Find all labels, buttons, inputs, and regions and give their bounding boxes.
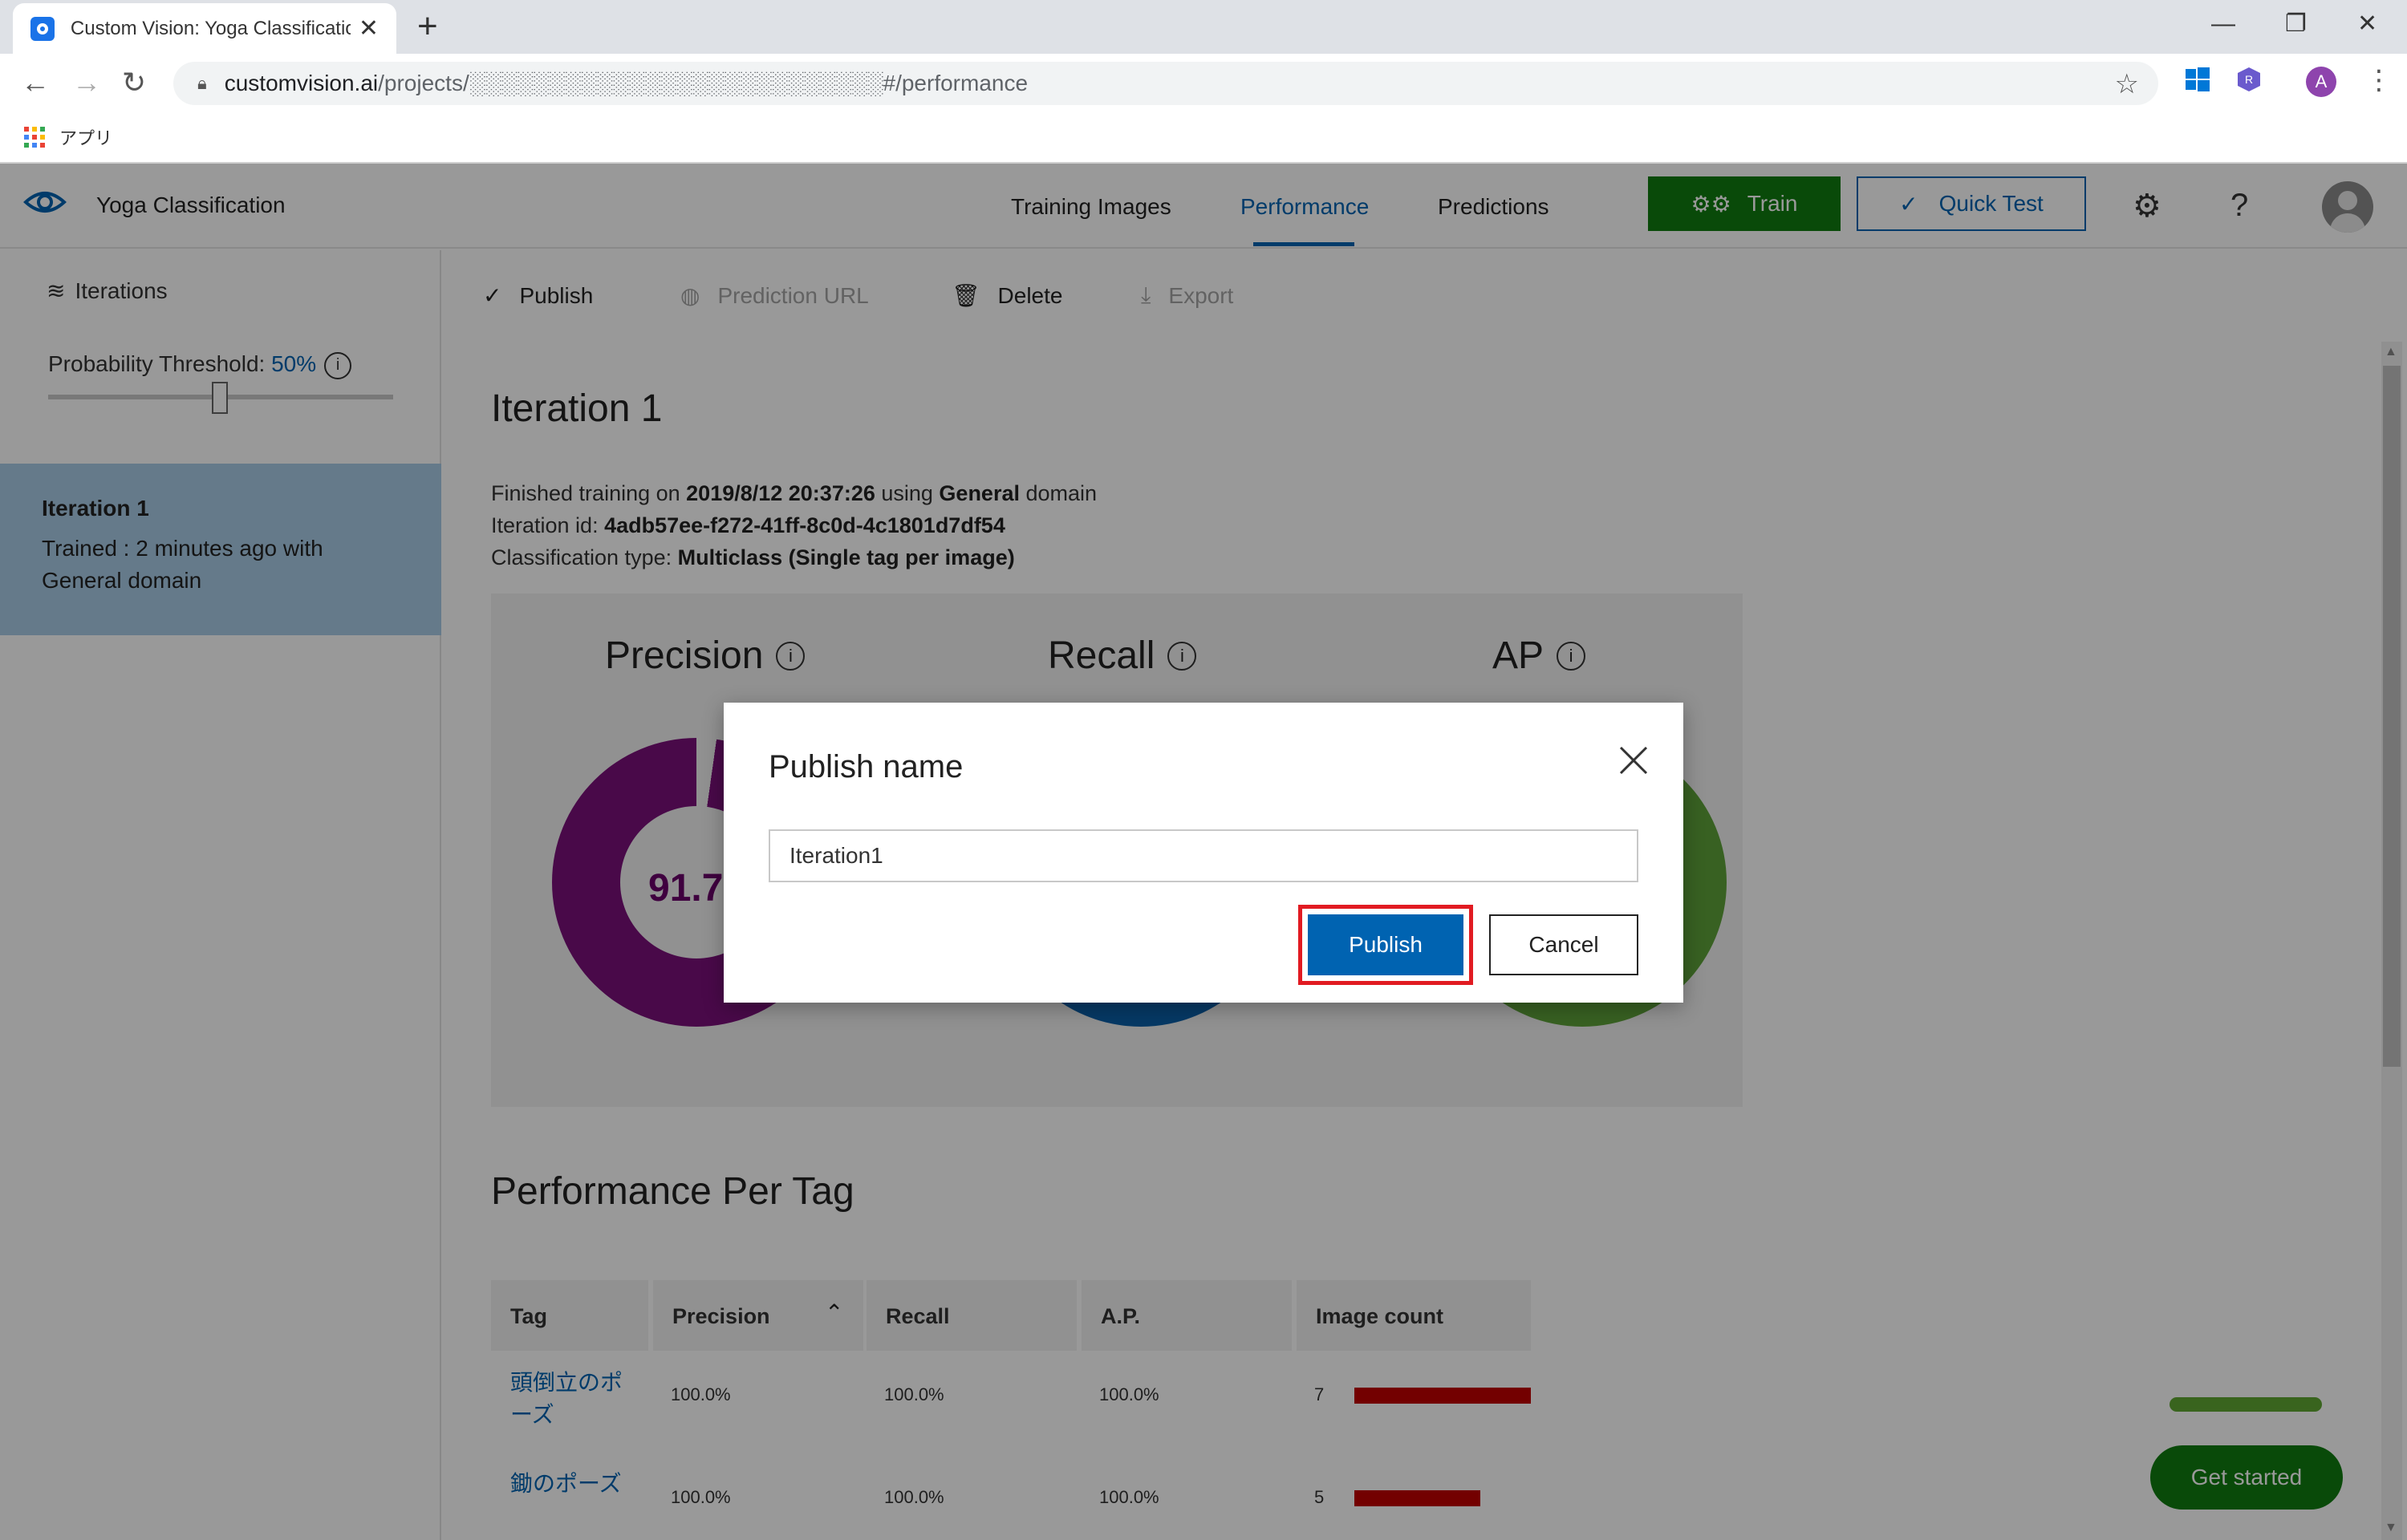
url-host: customvision.ai: [224, 71, 379, 95]
dialog-title: Publish name: [769, 749, 964, 784]
reload-icon[interactable]: ↻: [122, 63, 146, 102]
address-bar[interactable]: 🔒︎ customvision.ai/projects/░░░░░░░░░░░░…: [173, 62, 2158, 105]
bookmark-star-icon[interactable]: ☆: [2115, 68, 2139, 100]
cancel-button[interactable]: Cancel: [1489, 914, 1638, 975]
custom-vision-favicon-icon: [30, 16, 55, 41]
apps-grid-icon[interactable]: [24, 126, 45, 148]
publish-name-input[interactable]: [769, 829, 1638, 882]
restore-icon[interactable]: ❐: [2285, 6, 2307, 42]
windows-extension-icon[interactable]: [2184, 66, 2211, 93]
lock-icon: 🔒︎: [197, 73, 207, 93]
bookmark-apps[interactable]: アプリ: [59, 124, 112, 150]
browser-menu-icon[interactable]: ⋮: [2365, 64, 2393, 96]
tab-close-icon[interactable]: ✕: [359, 14, 379, 43]
back-icon[interactable]: ←: [21, 63, 50, 102]
tab-title: Custom Vision: Yoga Classificatio: [70, 17, 351, 39]
extension-shield-icon[interactable]: R: [2235, 66, 2263, 93]
close-icon[interactable]: [1616, 743, 1651, 778]
browser-toolbar: ← → ↻ 🔒︎ customvision.ai/projects/░░░░░░…: [0, 54, 2407, 111]
forward-icon[interactable]: →: [72, 63, 101, 102]
new-tab-icon[interactable]: +: [417, 6, 438, 47]
url-path: /projects/░░░░░░░░░░░░░░░░░░░░░░░░░░#/pe…: [378, 71, 1029, 95]
profile-avatar[interactable]: A: [2306, 67, 2336, 97]
browser-tab-strip: Custom Vision: Yoga Classificatio ✕ + — …: [0, 0, 2407, 54]
publish-button[interactable]: Publish: [1308, 914, 1463, 975]
minimize-icon[interactable]: —: [2211, 6, 2235, 42]
svg-text:R: R: [2245, 73, 2253, 86]
bookmarks-bar: アプリ: [0, 111, 2407, 164]
window-close-icon[interactable]: ✕: [2357, 6, 2377, 42]
publish-dialog: Publish name Publish Cancel: [724, 703, 1683, 1003]
browser-tab[interactable]: Custom Vision: Yoga Classificatio ✕: [13, 3, 396, 54]
